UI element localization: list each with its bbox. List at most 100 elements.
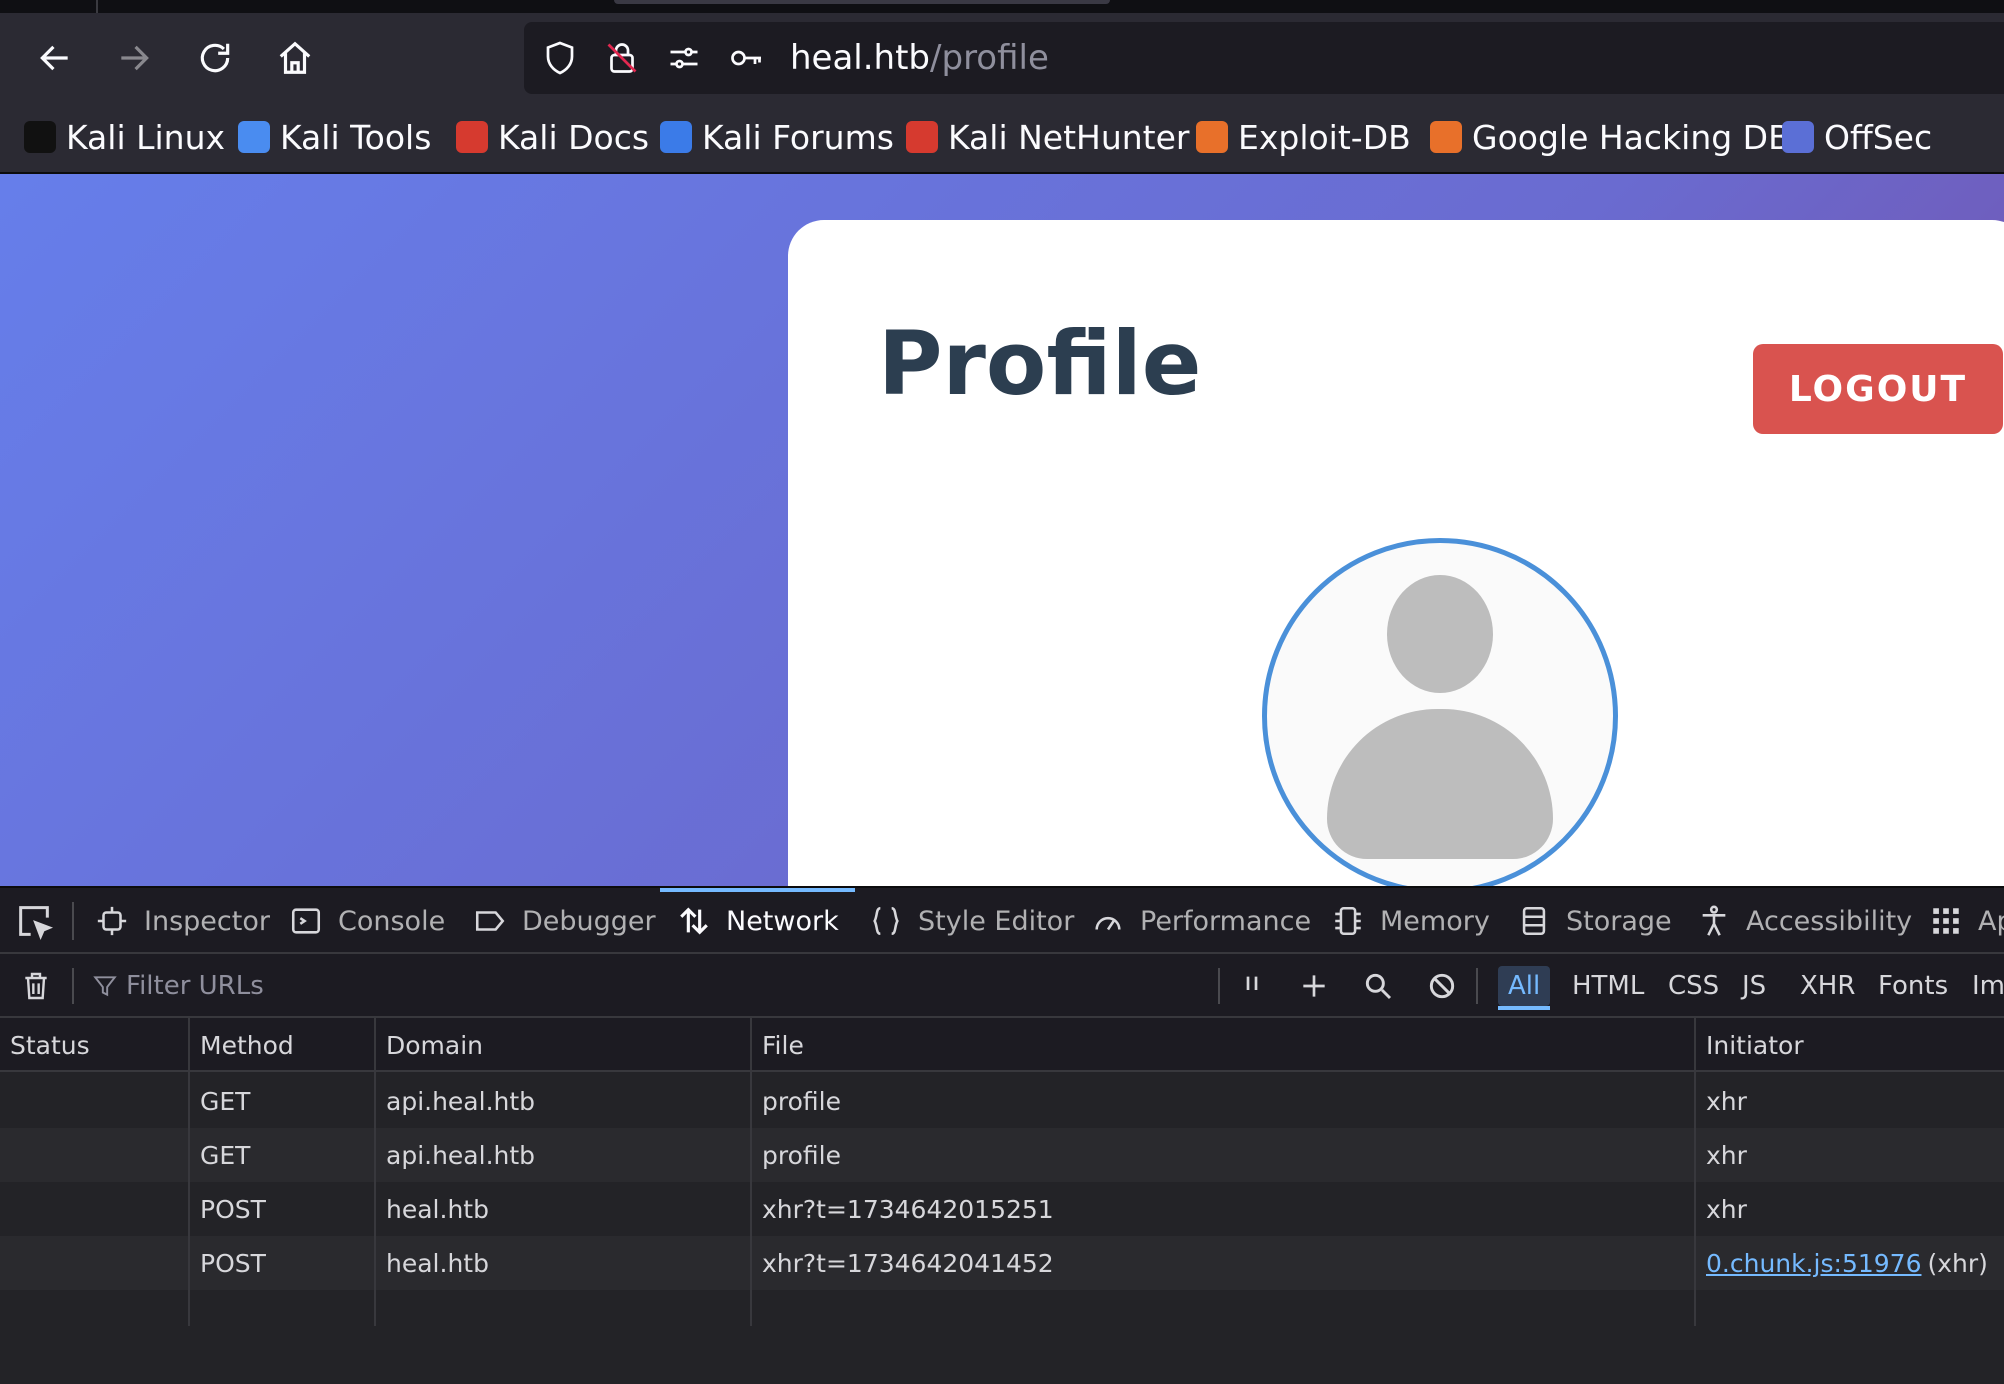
devtools-panel: Inspector Console Debugger Network Style… — [0, 886, 2004, 1384]
bookmark-kali-docs[interactable]: Kali Docs — [456, 112, 649, 162]
tab-storage[interactable]: Storage — [1516, 888, 1672, 954]
url-bar[interactable]: heal.htb/profile — [524, 22, 2004, 94]
pause-icon — [1246, 976, 1258, 990]
bookmark-offsec[interactable]: OffSec — [1782, 112, 1932, 162]
table-row[interactable]: GET api.heal.htb profile xhr — [0, 1128, 2004, 1182]
forward-button[interactable] — [99, 31, 169, 85]
back-button[interactable] — [20, 31, 90, 85]
tab-divider — [96, 0, 98, 13]
active-tab[interactable] — [614, 0, 1110, 4]
tab-accessibility[interactable]: Accessibility — [1696, 888, 1912, 954]
bookmark-label: OffSec — [1824, 117, 1933, 157]
bookmark-kali-nethunter[interactable]: Kali NetHunter — [906, 112, 1190, 162]
logout-button[interactable]: LOGOUT — [1753, 344, 2003, 434]
column-initiator[interactable]: Initiator — [1706, 1018, 1804, 1072]
filter-xhr[interactable]: XHR — [1790, 966, 1865, 1006]
reload-button[interactable] — [180, 31, 250, 85]
tab-performance[interactable]: Performance — [1090, 888, 1311, 954]
cell-method: POST — [200, 1248, 266, 1278]
block-requests-button[interactable] — [1424, 968, 1460, 1004]
kali-docs-icon — [456, 121, 488, 153]
cell-method: POST — [200, 1194, 266, 1224]
tab-label: Storage — [1566, 905, 1672, 937]
filter-fonts[interactable]: Fonts — [1868, 966, 1958, 1006]
column-divider[interactable] — [750, 1018, 752, 1326]
tab-inspector[interactable]: Inspector — [94, 888, 270, 954]
pause-button[interactable] — [1234, 968, 1270, 1004]
bookmark-label: Kali Docs — [498, 117, 650, 157]
plus-icon — [1303, 975, 1325, 997]
avatar — [1262, 538, 1618, 886]
bookmark-label: Kali Tools — [280, 117, 432, 157]
initiator-link[interactable]: 0.chunk.js:51976 — [1706, 1249, 1921, 1278]
column-domain[interactable]: Domain — [386, 1018, 483, 1072]
shield-icon — [546, 41, 574, 75]
avatar-head — [1387, 575, 1493, 693]
tab-memory[interactable]: Memory — [1330, 888, 1490, 954]
bookmark-google-hacking-db[interactable]: Google Hacking DB — [1430, 112, 1791, 162]
element-picker-icon[interactable] — [14, 901, 54, 941]
table-row[interactable]: GET api.heal.htb profile xhr — [0, 1074, 2004, 1128]
tab-network[interactable]: Network — [660, 888, 855, 954]
column-file[interactable]: File — [762, 1018, 804, 1072]
initiator-suffix: (xhr) — [1927, 1248, 1988, 1278]
tab-label: Debugger — [522, 905, 656, 937]
search-icon — [1365, 973, 1392, 1000]
clear-requests-button[interactable] — [18, 968, 54, 1004]
url-text[interactable]: heal.htb/profile — [790, 34, 1049, 82]
bookmark-kali-forums[interactable]: Kali Forums — [660, 112, 894, 162]
table-row[interactable]: POST heal.htb xhr?t=1734642015251 xhr — [0, 1182, 2004, 1236]
reload-icon — [200, 43, 230, 73]
saved-logins-button[interactable] — [726, 38, 766, 78]
avatar-body — [1327, 709, 1553, 859]
filter-all[interactable]: All — [1498, 966, 1551, 1010]
cell-domain: api.heal.htb — [386, 1140, 536, 1170]
bookmark-kali-linux[interactable]: Kali Linux — [24, 112, 225, 162]
filter-urls-input[interactable]: Filter URLs — [92, 968, 264, 1004]
accessibility-icon — [1702, 905, 1726, 936]
filter-placeholder: Filter URLs — [126, 971, 264, 1001]
bookmark-kali-tools[interactable]: Kali Tools — [238, 112, 431, 162]
tab-debugger[interactable]: Debugger — [472, 888, 656, 954]
home-button[interactable] — [260, 31, 330, 85]
devtools-tabbar: Inspector Console Debugger Network Style… — [0, 888, 2004, 954]
column-method[interactable]: Method — [200, 1018, 294, 1072]
cell-initiator: xhr — [1706, 1086, 1747, 1116]
cell-file: xhr?t=1734642041452 — [762, 1248, 1054, 1278]
cell-domain: heal.htb — [386, 1194, 489, 1224]
filter-html[interactable]: HTML — [1562, 966, 1654, 1006]
column-divider[interactable] — [374, 1018, 376, 1326]
storage-icon — [1522, 906, 1546, 936]
column-divider[interactable] — [1694, 1018, 1696, 1326]
tab-console[interactable]: Console — [288, 888, 445, 954]
filter-js[interactable]: JS — [1732, 966, 1776, 1006]
bookmarks-toolbar: Kali Linux Kali Tools Kali Docs Kali For… — [0, 102, 2004, 174]
exploit-db-icon — [1196, 121, 1228, 153]
filter-images[interactable]: Ima — [1962, 966, 2004, 1006]
network-toolbar: Filter URLs All HTML CSS JS XHR Fonts Im… — [0, 954, 2004, 1018]
search-button[interactable] — [1360, 968, 1396, 1004]
blocked-lock-icon — [607, 43, 637, 73]
column-status[interactable]: Status — [10, 1018, 90, 1072]
bookmark-exploit-db[interactable]: Exploit-DB — [1196, 112, 1411, 162]
cell-domain: heal.htb — [386, 1248, 489, 1278]
permissions-button[interactable] — [664, 38, 704, 78]
tab-application[interactable]: Ap — [1928, 888, 2004, 954]
bookmark-label: Exploit-DB — [1238, 117, 1411, 157]
tab-label: Network — [726, 905, 839, 937]
kali-nethunter-icon — [906, 121, 938, 153]
table-row[interactable]: POST heal.htb xhr?t=1734642041452 0.chun… — [0, 1236, 2004, 1290]
connection-security-button[interactable] — [602, 38, 642, 78]
cell-file: profile — [762, 1086, 841, 1116]
kali-forums-icon — [660, 121, 692, 153]
tab-label: Ap — [1978, 905, 2004, 937]
tab-style-editor[interactable]: Style Editor — [868, 888, 1074, 954]
filter-css[interactable]: CSS — [1658, 966, 1729, 1006]
trash-icon — [25, 972, 47, 1000]
tracking-protection-button[interactable] — [540, 38, 580, 78]
cell-method: GET — [200, 1140, 251, 1170]
tab-label: Memory — [1380, 905, 1490, 937]
column-divider[interactable] — [188, 1018, 190, 1326]
tab-label: Performance — [1140, 905, 1312, 937]
add-request-button[interactable] — [1296, 968, 1332, 1004]
